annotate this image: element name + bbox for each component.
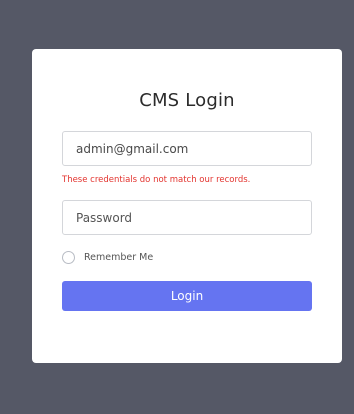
email-value: admin@gmail.com bbox=[76, 141, 189, 156]
error-message: These credentials do not match our recor… bbox=[62, 175, 251, 185]
login-button-label: Login bbox=[170, 289, 204, 303]
password-field[interactable]: Password bbox=[62, 200, 312, 235]
email-field[interactable]: admin@gmail.com bbox=[62, 131, 312, 166]
page-title: CMS Login bbox=[139, 90, 235, 111]
password-placeholder: Password bbox=[76, 210, 133, 225]
remember-me-row[interactable]: Remember Me bbox=[62, 251, 153, 264]
login-button[interactable]: Login bbox=[62, 281, 312, 311]
remember-me-label: Remember Me bbox=[84, 252, 154, 263]
checkbox-unchecked-icon[interactable] bbox=[62, 251, 75, 264]
login-card: CMS Login admin@gmail.com These credenti… bbox=[32, 49, 342, 363]
